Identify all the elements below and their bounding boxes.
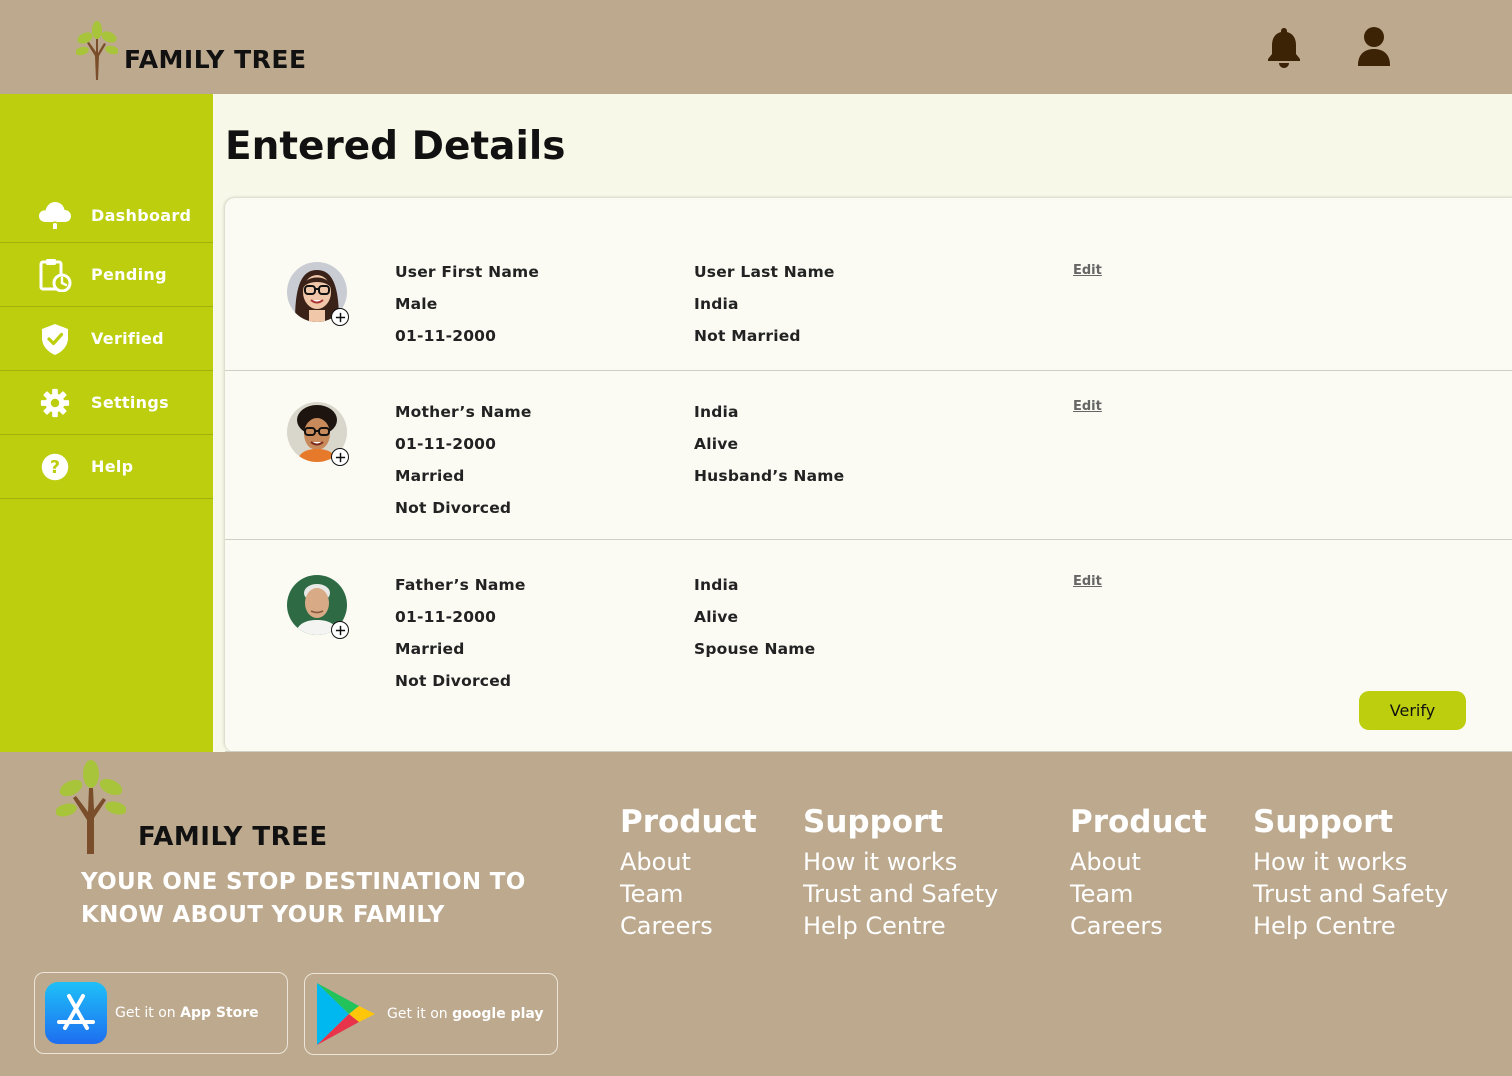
footer-link-about[interactable]: About — [620, 846, 757, 878]
table-row: User First Name Male 01-11-2000 User Las… — [225, 198, 1512, 371]
detail-value: 01-11-2000 — [395, 608, 497, 626]
footer-link-help-centre[interactable]: Help Centre — [803, 910, 998, 942]
table-row: Mother’s Name 01-11-2000 Married Not Div… — [225, 371, 1512, 540]
details-column-left: Father’s Name 01-11-2000 Married Not Div… — [395, 575, 526, 703]
sidebar-item-help[interactable]: ? Help — [0, 435, 213, 499]
brand-name: FAMILY TREE — [124, 45, 307, 74]
detail-value: 01-11-2000 — [395, 327, 497, 345]
add-photo-icon[interactable] — [331, 308, 349, 326]
footer-heading: Product — [1070, 804, 1207, 840]
google-play-label: Get it on google play — [387, 1006, 544, 1022]
footer-link-trust-safety[interactable]: Trust and Safety — [803, 878, 998, 910]
footer-link-how-it-works[interactable]: How it works — [1253, 846, 1448, 878]
avatar[interactable] — [287, 575, 349, 639]
add-photo-icon[interactable] — [331, 621, 349, 639]
sidebar-item-label: Settings — [91, 393, 169, 412]
detail-value: Father’s Name — [395, 576, 526, 594]
footer-heading: Support — [1253, 804, 1394, 840]
brand-logo[interactable]: FAMILY TREE — [76, 20, 307, 80]
app-store-label: Get it on App Store — [115, 1005, 259, 1021]
add-photo-icon[interactable] — [331, 448, 349, 466]
shield-check-icon — [38, 322, 72, 356]
avatar[interactable] — [287, 262, 349, 326]
detail-value: Not Divorced — [395, 499, 512, 517]
clipboard-clock-icon — [38, 258, 72, 292]
tree-icon — [76, 21, 118, 80]
page-title: Entered Details — [225, 124, 566, 169]
footer-heading: Product — [620, 804, 757, 840]
footer: FAMILY TREE YOUR ONE STOP DESTINATION TO… — [0, 752, 1512, 1076]
detail-value: Mother’s Name — [395, 403, 532, 421]
footer-column-support: Support How it works Trust and Safety He… — [1253, 804, 1448, 942]
details-column-right: User Last Name India Not Married — [694, 262, 835, 358]
sidebar-item-dashboard[interactable]: Dashboard — [0, 188, 213, 243]
footer-tagline: YOUR ONE STOP DESTINATION TO KNOW ABOUT … — [81, 869, 526, 928]
detail-value: Alive — [694, 608, 739, 626]
app-store-icon — [45, 982, 107, 1044]
footer-column-product: Product About Team Careers — [620, 804, 757, 942]
detail-value: India — [694, 576, 739, 594]
bell-icon[interactable] — [1264, 26, 1304, 68]
details-column-left: User First Name Male 01-11-2000 — [395, 262, 539, 358]
footer-column-product: Product About Team Careers — [1070, 804, 1207, 942]
footer-link-help-centre[interactable]: Help Centre — [1253, 910, 1448, 942]
sidebar-item-pending[interactable]: Pending — [0, 243, 213, 307]
details-column-right: India Alive Husband’s Name — [694, 402, 844, 498]
gear-icon — [38, 386, 72, 420]
cloud-tree-icon — [38, 198, 72, 232]
detail-value: Male — [395, 295, 438, 313]
sidebar-item-label: Help — [91, 457, 134, 476]
footer-link-team[interactable]: Team — [1070, 878, 1207, 910]
table-row: Father’s Name 01-11-2000 Married Not Div… — [225, 540, 1512, 752]
avatar[interactable] — [287, 402, 349, 466]
detail-value: Not Divorced — [395, 672, 512, 690]
detail-value: User Last Name — [694, 263, 835, 281]
detail-value: 01-11-2000 — [395, 435, 497, 453]
sidebar: Dashboard Pending Verified Settings ? He… — [0, 94, 213, 752]
verify-button[interactable]: Verify — [1359, 691, 1466, 730]
details-card: User First Name Male 01-11-2000 User Las… — [225, 198, 1512, 752]
main-content: Entered Details User First Name Male 01-… — [213, 94, 1512, 752]
footer-column-support: Support How it works Trust and Safety He… — [803, 804, 998, 942]
sidebar-item-label: Verified — [91, 329, 164, 348]
footer-brand-name: FAMILY TREE — [138, 822, 328, 852]
detail-value: Married — [395, 467, 465, 485]
detail-value: Alive — [694, 435, 739, 453]
footer-link-careers[interactable]: Careers — [1070, 910, 1207, 942]
footer-link-team[interactable]: Team — [620, 878, 757, 910]
edit-link[interactable]: Edit — [1073, 263, 1102, 278]
tree-icon — [55, 760, 127, 854]
detail-value: Spouse Name — [694, 640, 816, 658]
edit-link[interactable]: Edit — [1073, 399, 1102, 414]
google-play-button[interactable]: Get it on google play — [304, 973, 558, 1055]
footer-heading: Support — [803, 804, 944, 840]
user-icon[interactable] — [1354, 26, 1394, 68]
detail-value: India — [694, 295, 739, 313]
detail-value: Not Married — [694, 327, 801, 345]
footer-link-how-it-works[interactable]: How it works — [803, 846, 998, 878]
svg-text:?: ? — [50, 458, 60, 478]
sidebar-item-label: Dashboard — [91, 205, 192, 225]
edit-link[interactable]: Edit — [1073, 574, 1102, 589]
footer-logo[interactable] — [55, 760, 127, 858]
detail-value: India — [694, 403, 739, 421]
details-column-left: Mother’s Name 01-11-2000 Married Not Div… — [395, 402, 532, 530]
footer-link-trust-safety[interactable]: Trust and Safety — [1253, 878, 1448, 910]
sidebar-item-settings[interactable]: Settings — [0, 371, 213, 435]
app-store-button[interactable]: Get it on App Store — [34, 972, 288, 1054]
google-play-icon — [317, 983, 375, 1045]
help-icon: ? — [38, 450, 72, 484]
detail-value: Married — [395, 640, 465, 658]
details-column-right: India Alive Spouse Name — [694, 575, 815, 671]
sidebar-item-label: Pending — [91, 265, 167, 284]
detail-value: Husband’s Name — [694, 467, 845, 485]
footer-link-about[interactable]: About — [1070, 846, 1207, 878]
sidebar-item-verified[interactable]: Verified — [0, 307, 213, 371]
footer-link-careers[interactable]: Careers — [620, 910, 757, 942]
detail-value: User First Name — [395, 263, 540, 281]
top-header: FAMILY TREE — [0, 0, 1512, 94]
